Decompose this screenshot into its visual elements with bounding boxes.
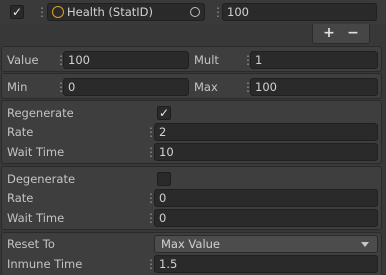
immune-time-field[interactable]: 1.5 [154, 255, 378, 273]
value-label: Value [7, 53, 39, 67]
reset-to-value: Max Value [161, 237, 221, 251]
degen-wait-field[interactable]: 0 [154, 209, 378, 227]
degen-rate-label: Rate [7, 191, 34, 205]
mult-field[interactable]: 1 [250, 51, 378, 69]
regenerate-panel: Regenerate ✓ Rate 2 Wait Time 10 [1, 100, 382, 164]
degen-rate-field[interactable]: 0 [154, 189, 378, 207]
drag-handle-icon[interactable] [242, 81, 244, 93]
add-button[interactable]: + [319, 24, 339, 42]
regen-rate-label: Rate [7, 125, 34, 139]
reset-to-label: Reset To [7, 237, 55, 251]
degenerate-label: Degenerate [7, 172, 76, 186]
list-buttons: + − [312, 24, 370, 44]
regen-wait-field[interactable]: 10 [154, 143, 378, 161]
drag-handle-icon[interactable] [145, 212, 147, 224]
drag-handle-icon[interactable] [242, 54, 244, 66]
enabled-checkbox[interactable]: ✓ [10, 5, 24, 19]
value-panel: Value 100 Mult 1 [1, 46, 382, 72]
min-field[interactable]: 0 [63, 78, 189, 96]
max-label: Max [194, 80, 218, 94]
stat-value-field[interactable]: 100 [222, 3, 377, 21]
drag-handle-icon[interactable] [55, 54, 57, 66]
target-icon [52, 6, 64, 18]
drag-handle-icon[interactable] [145, 258, 147, 270]
stat-object-field[interactable]: Health (StatID) [47, 3, 205, 21]
degen-wait-label: Wait Time [7, 211, 65, 225]
range-panel: Min 0 Max 100 [1, 73, 382, 99]
max-field[interactable]: 100 [250, 78, 378, 96]
regen-rate-field[interactable]: 2 [154, 123, 378, 141]
mult-label: Mult [194, 53, 219, 67]
object-picker-icon[interactable] [190, 7, 200, 17]
reset-to-dropdown[interactable]: Max Value [154, 235, 378, 253]
drag-handle-icon[interactable] [145, 192, 147, 204]
min-label: Min [7, 80, 28, 94]
remove-button[interactable]: − [343, 24, 363, 42]
value-field[interactable]: 100 [63, 51, 189, 69]
drag-handle-icon[interactable] [145, 126, 147, 138]
regenerate-checkbox[interactable]: ✓ [157, 106, 171, 120]
drag-handle-icon[interactable] [36, 6, 38, 18]
immune-time-label: Inmune Time [7, 257, 83, 271]
degenerate-checkbox[interactable] [157, 172, 171, 186]
reset-panel: Reset To Max Value Inmune Time 1.5 [1, 232, 382, 275]
regenerate-label: Regenerate [7, 106, 74, 120]
stat-name: Health (StatID) [67, 5, 154, 19]
drag-handle-icon[interactable] [55, 81, 57, 93]
drag-handle-icon[interactable] [212, 6, 214, 18]
degenerate-panel: Degenerate Rate 0 Wait Time 0 [1, 166, 382, 230]
regen-wait-label: Wait Time [7, 145, 65, 159]
drag-handle-icon[interactable] [145, 146, 147, 158]
header-row: ✓ Health (StatID) 100 [0, 0, 386, 24]
